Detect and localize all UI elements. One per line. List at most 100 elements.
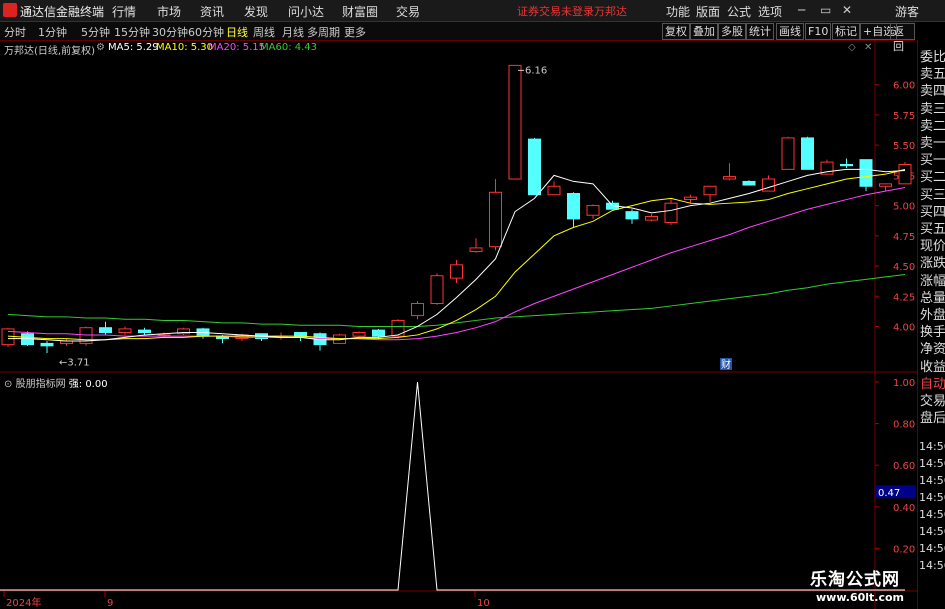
sidebar-trade-time: 14:56 — [919, 457, 945, 470]
event-marker: 财 — [721, 358, 731, 371]
candle-body — [40, 342, 54, 347]
x-tick-label: 9 — [107, 598, 113, 609]
sidebar-item: 总量 — [920, 290, 945, 306]
candle — [177, 327, 190, 335]
period-tick[interactable]: 分时 — [4, 24, 26, 40]
candle-body — [99, 327, 112, 334]
watermark-url: www.60lt.com — [816, 591, 905, 604]
period-60min[interactable]: 60分钟 — [188, 24, 224, 40]
indicator-tick-label: 0.20 — [893, 544, 915, 555]
candle — [508, 64, 522, 180]
sidebar-item: 涨跌 — [920, 256, 945, 272]
minimize-icon[interactable]: ─ — [798, 3, 805, 17]
candle — [79, 326, 93, 346]
menu-function[interactable]: 功能 — [666, 3, 690, 20]
candle — [528, 137, 541, 196]
high-price-label: 6.16 — [525, 65, 547, 76]
menu-formula[interactable]: 公式 — [727, 3, 751, 20]
sidebar-item: 卖二 — [920, 118, 945, 134]
period-30min[interactable]: 30分钟 — [152, 24, 188, 40]
sidebar-item: 卖一 — [920, 136, 945, 151]
candle — [430, 273, 444, 305]
period-weekly[interactable]: 周线 — [253, 24, 275, 40]
sidebar-item: 现价 — [920, 239, 945, 255]
quote-sidebar: 委比 卖五 卖四 卖三 卖二 卖一 买一 买二 买三 买四 买五 现价 涨跌 涨幅 总量 外盘 换手 净资 收益 自动… — [917, 40, 945, 609]
candle-body — [703, 185, 717, 196]
period-more[interactable]: 更多 — [344, 24, 366, 40]
menu-options[interactable]: 选项 — [758, 3, 782, 20]
period-monthly[interactable]: 月线 — [282, 24, 304, 40]
menu-discover[interactable]: 发现 — [244, 3, 268, 20]
candle — [118, 326, 132, 335]
indicator-toggle-icon[interactable]: ⊙ — [4, 379, 12, 390]
mark-button[interactable]: 标记 — [832, 23, 860, 40]
sidebar-item: 盘后 — [920, 411, 945, 427]
indicator-name: 股朋指标网 — [15, 379, 66, 390]
sidebar-item: 买四 — [920, 204, 945, 220]
y-tick-label: 4.50 — [893, 262, 915, 273]
statistics-button[interactable]: 统计 — [746, 23, 774, 40]
chart-canvas[interactable]: 6.005.755.505.255.004.754.504.254.006.16… — [0, 40, 917, 609]
sidebar-item: 卖三 — [920, 101, 945, 117]
candle-body — [547, 185, 561, 196]
sidebar-trade-time: 14:56 — [919, 525, 945, 538]
multi-stock-button[interactable]: 多股 — [718, 23, 746, 40]
watermark-title: 乐淘公式网 — [810, 570, 900, 590]
candle — [625, 209, 639, 224]
menu-market[interactable]: 市场 — [157, 3, 181, 20]
sidebar-trade-time: 14:56 — [919, 508, 945, 521]
period-multi[interactable]: 多周期 — [307, 24, 340, 40]
y-tick-label: 4.25 — [893, 292, 915, 303]
sidebar-item: 净资 — [920, 342, 945, 358]
back-button[interactable]: 返回 — [890, 23, 915, 53]
menu-ask[interactable]: 问小达 — [288, 3, 324, 20]
menu-news[interactable]: 资讯 — [200, 3, 224, 20]
period-15min[interactable]: 15分钟 — [114, 24, 150, 40]
menu-wealth-circle[interactable]: 财富圈 — [342, 3, 378, 20]
candle-body — [118, 328, 132, 334]
candle-body — [352, 332, 366, 337]
guest-user[interactable]: 游客 — [895, 3, 919, 20]
app-logo-icon — [3, 3, 17, 17]
ma10-line — [7, 168, 906, 341]
candle — [840, 158, 853, 169]
candle-body — [625, 211, 639, 220]
candle — [703, 185, 717, 202]
overlay-button[interactable]: 叠加 — [690, 23, 718, 40]
candle — [723, 163, 736, 181]
indicator-line — [0, 381, 905, 591]
candle — [1, 327, 15, 348]
sidebar-item: 卖五 — [920, 67, 945, 83]
period-daily[interactable]: 日线 — [226, 24, 248, 40]
y-tick-label: 6.00 — [893, 81, 915, 92]
candle-body — [391, 319, 405, 337]
candle-body — [469, 247, 483, 253]
close-icon[interactable]: ✕ — [842, 3, 852, 17]
candle — [313, 332, 327, 351]
indicator-value: 强: 0.00 — [68, 379, 108, 390]
y-tick-label: 4.75 — [893, 232, 915, 243]
candle — [567, 192, 580, 228]
candle-body — [801, 137, 814, 170]
menu-quotes[interactable]: 行情 — [112, 3, 136, 20]
sidebar-item: 自动 — [920, 376, 945, 392]
candle — [450, 260, 463, 283]
candle — [469, 238, 483, 253]
candle — [664, 199, 678, 225]
draw-line-button[interactable]: 画线 — [776, 23, 804, 40]
f10-button[interactable]: F10 — [805, 23, 832, 40]
sidebar-item: 卖四 — [920, 84, 945, 100]
candle — [742, 180, 756, 186]
candle — [547, 181, 561, 196]
period-5min[interactable]: 5分钟 — [81, 24, 110, 40]
adjust-button[interactable]: 复权 — [662, 23, 690, 40]
candle — [801, 136, 814, 170]
candle-body — [508, 64, 522, 180]
period-1min[interactable]: 1分钟 — [38, 24, 67, 40]
indicator-title: ⊙ 股朋指标网 强: 0.00 — [4, 375, 108, 390]
candle-body — [586, 205, 600, 216]
sidebar-item: 买五 — [920, 222, 945, 237]
restore-icon[interactable]: ▭ — [820, 3, 831, 17]
menu-layout[interactable]: 版面 — [696, 3, 720, 20]
menu-trade[interactable]: 交易 — [396, 3, 420, 20]
